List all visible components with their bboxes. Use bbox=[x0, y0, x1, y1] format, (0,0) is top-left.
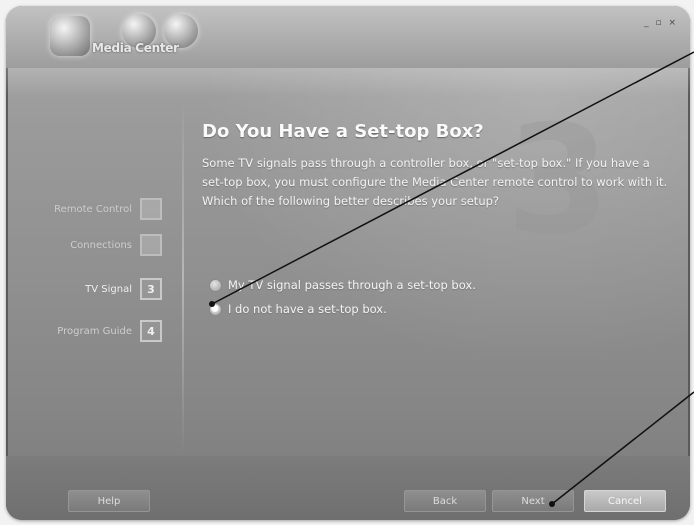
media-center-logo: Media Center bbox=[50, 14, 200, 62]
step-number: 4 bbox=[140, 320, 162, 342]
option-label[interactable]: I do not have a set-top box. bbox=[228, 302, 387, 316]
setup-options: My TV signal passes through a set-top bo… bbox=[210, 274, 476, 322]
option-no-set-top-box[interactable]: I do not have a set-top box. bbox=[210, 298, 476, 320]
step-connections: Connections 2 bbox=[70, 234, 162, 256]
app-name: Media Center bbox=[92, 41, 179, 55]
page-title: Do You Have a Set-top Box? bbox=[202, 121, 484, 142]
step-label: TV Signal bbox=[85, 283, 132, 295]
panel-divider bbox=[182, 96, 184, 456]
cancel-button[interactable]: Cancel bbox=[584, 490, 666, 512]
radio-button[interactable] bbox=[210, 279, 221, 291]
wizard-steps: Remote Control 1 Connections 2 TV Signal… bbox=[6, 100, 178, 450]
media-center-window: Media Center _ ▫ × Remote Control 1 Conn… bbox=[6, 6, 690, 520]
back-button[interactable]: Back bbox=[404, 490, 486, 512]
radio-button-selected[interactable] bbox=[210, 303, 221, 315]
option-label[interactable]: My TV signal passes through a set-top bo… bbox=[228, 278, 476, 292]
step-number: 3 bbox=[140, 278, 162, 300]
step-program-guide: Program Guide 4 bbox=[57, 320, 162, 342]
step-label: Connections bbox=[70, 239, 132, 251]
window-controls[interactable]: _ ▫ × bbox=[644, 18, 678, 28]
step-remote-control: Remote Control 1 bbox=[54, 198, 162, 220]
page-description: Some TV signals pass through a controlle… bbox=[202, 156, 668, 208]
step-label: Program Guide bbox=[57, 325, 132, 337]
step-label: Remote Control bbox=[54, 203, 132, 215]
help-button[interactable]: Help bbox=[68, 490, 150, 512]
next-button[interactable]: Next bbox=[492, 490, 574, 512]
step-number: 2 bbox=[140, 234, 162, 256]
step-number: 1 bbox=[140, 198, 162, 220]
start-orb-icon[interactable] bbox=[50, 16, 90, 56]
step-tv-signal: TV Signal 3 bbox=[85, 278, 162, 300]
title-band bbox=[6, 68, 690, 96]
option-has-set-top-box[interactable]: My TV signal passes through a set-top bo… bbox=[210, 274, 476, 296]
